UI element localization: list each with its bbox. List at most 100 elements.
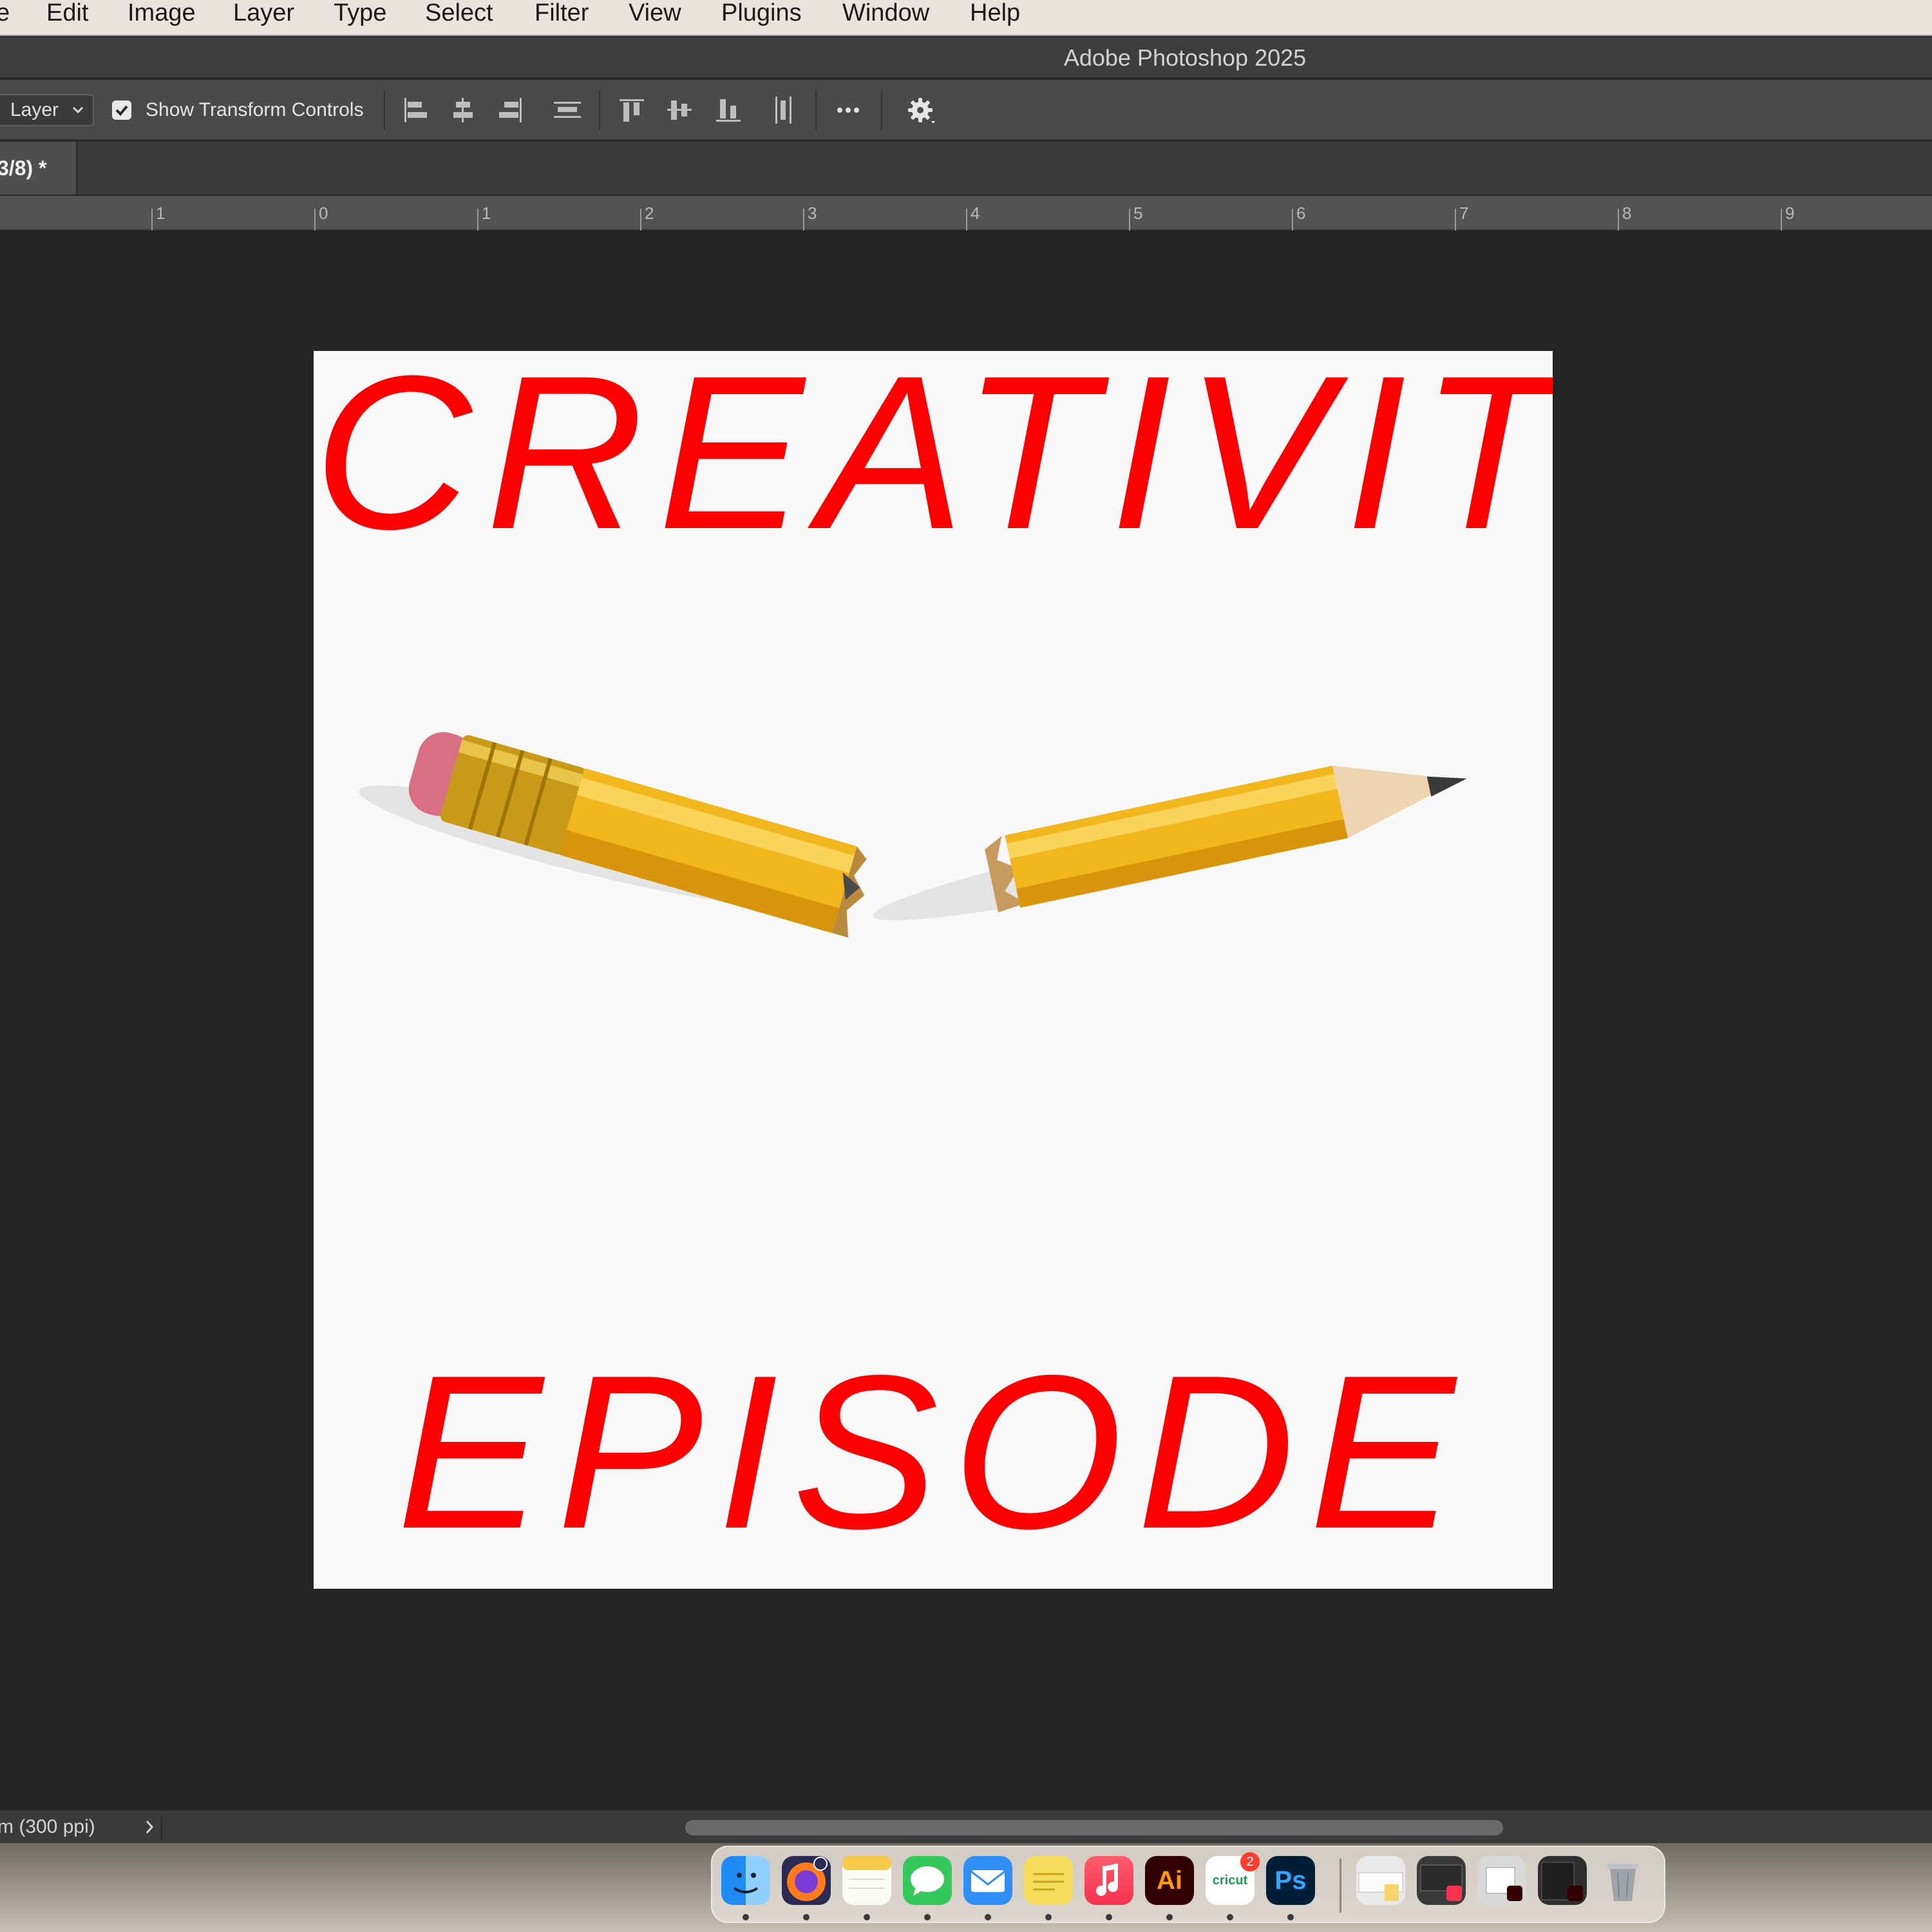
dock-window-thumbnail[interactable] <box>1477 1856 1526 1905</box>
dock-stickies[interactable] <box>1024 1856 1073 1905</box>
headline-episode[interactable]: EPISODE <box>314 1336 1553 1568</box>
ruler-label: 1 <box>156 204 166 223</box>
divider <box>599 90 600 130</box>
document-canvas[interactable]: CREATIVITY <box>314 351 1553 1589</box>
document-info-status: m (300 ppi) <box>0 1816 95 1837</box>
horizontal-ruler[interactable]: 1 0 1 2 3 4 5 6 7 8 9 <box>0 196 1932 231</box>
notification-badge: 2 <box>1240 1852 1260 1871</box>
dock: Ai cricut Ps <box>711 1846 1665 1923</box>
menu-plugins[interactable]: Plugins <box>721 0 802 33</box>
messages-icon <box>911 1866 944 1896</box>
mail-icon <box>971 1870 1005 1892</box>
divider <box>384 90 385 130</box>
ruler-ticks <box>151 209 1782 231</box>
dock-window-thumbnail[interactable] <box>1538 1856 1587 1905</box>
menu-image[interactable]: Image <box>128 0 196 33</box>
running-indicator <box>743 1914 749 1920</box>
chevron-down-icon <box>72 106 84 114</box>
divider <box>161 1816 162 1839</box>
notes-icon <box>842 1856 891 1889</box>
align-right-icon[interactable] <box>495 94 527 126</box>
canvas-area[interactable]: CREATIVITY <box>0 232 1932 1810</box>
dock-messages[interactable] <box>903 1856 952 1905</box>
status-bar: m (300 ppi) <box>0 1810 1932 1843</box>
ruler-label: 5 <box>1133 204 1143 223</box>
window-thumbnail-icon <box>1486 1867 1522 1901</box>
ruler-label: 4 <box>971 204 980 223</box>
menu-file[interactable]: e <box>0 0 10 33</box>
align-left-icon[interactable] <box>399 94 431 126</box>
menu-view[interactable]: View <box>629 0 681 33</box>
dock-trash[interactable] <box>1598 1856 1647 1905</box>
window-thumbnail-icon <box>1420 1864 1463 1901</box>
ruler-label: 1 <box>482 204 491 223</box>
dock-illustrator[interactable]: Ai <box>1145 1856 1194 1905</box>
distribute-horizontal-icon[interactable] <box>551 94 583 126</box>
window-thumbnail-icon <box>1358 1872 1403 1901</box>
ruler-label: 9 <box>1785 204 1795 223</box>
dock-window-thumbnail[interactable] <box>1417 1856 1466 1905</box>
menu-type[interactable]: Type <box>334 0 386 33</box>
ruler-label: 2 <box>645 204 654 223</box>
menu-bar: e Edit Image Layer Type Select Filter Vi… <box>0 0 1932 36</box>
dock-notes[interactable] <box>842 1856 891 1905</box>
align-vertical-center-icon[interactable] <box>663 94 696 126</box>
running-indicator <box>803 1914 810 1920</box>
show-transform-controls-label: Show Transform Controls <box>146 99 364 120</box>
menu-window[interactable]: Window <box>842 0 929 33</box>
finder-icon <box>733 1873 759 1893</box>
menu-select[interactable]: Select <box>425 0 493 33</box>
running-indicator <box>985 1914 991 1920</box>
ruler-label: 6 <box>1296 204 1306 223</box>
ruler-label: 3 <box>808 204 817 223</box>
running-indicator <box>1106 1914 1112 1920</box>
menu-edit[interactable]: Edit <box>46 0 88 33</box>
ruler-label: 8 <box>1622 204 1632 223</box>
menu-layer[interactable]: Layer <box>233 0 294 33</box>
menu-filter[interactable]: Filter <box>535 0 589 33</box>
running-indicator <box>1166 1914 1173 1920</box>
illustrator-label: Ai <box>1157 1866 1182 1895</box>
app-title: Adobe Photoshop 2025 <box>1063 44 1307 71</box>
dock-divider <box>1340 1859 1341 1913</box>
show-transform-controls-checkbox[interactable] <box>112 100 131 120</box>
align-top-icon[interactable] <box>616 94 648 126</box>
align-horizontal-center-icon[interactable] <box>447 94 479 126</box>
running-indicator <box>1045 1914 1052 1920</box>
more-options-icon[interactable] <box>832 94 864 126</box>
running-indicator <box>1227 1914 1233 1920</box>
dock-photoshop[interactable]: Ps <box>1266 1856 1315 1905</box>
align-bottom-icon[interactable] <box>712 94 744 126</box>
dock-finder[interactable] <box>721 1856 770 1905</box>
document-tab-bar: 3/8) * <box>0 142 1932 194</box>
app-title-bar: Adobe Photoshop 2025 <box>0 37 1932 79</box>
auto-select-target-dropdown[interactable]: Layer <box>0 94 94 126</box>
chevron-right-icon[interactable] <box>142 1819 157 1835</box>
horizontal-scrollbar-thumb[interactable] <box>685 1820 1503 1835</box>
menu-help[interactable]: Help <box>970 0 1020 33</box>
dock-music[interactable] <box>1084 1856 1133 1905</box>
running-indicator <box>864 1914 870 1920</box>
running-indicator <box>924 1914 931 1920</box>
distribute-vertical-icon[interactable] <box>768 94 800 126</box>
photoshop-label: Ps <box>1274 1866 1307 1895</box>
running-indicator <box>1287 1914 1294 1920</box>
divider <box>815 90 817 130</box>
options-bar: Layer Show Transform Controls <box>0 80 1932 140</box>
dock-window-thumbnail[interactable] <box>1356 1856 1405 1905</box>
ruler-label: 7 <box>1459 204 1469 223</box>
gear-icon[interactable] <box>904 94 936 126</box>
trash-icon <box>1607 1864 1638 1901</box>
music-note-icon <box>1096 1864 1118 1896</box>
ruler-label: 0 <box>319 204 328 223</box>
stickies-icon <box>1033 1873 1064 1891</box>
window-thumbnail-icon <box>1541 1862 1583 1901</box>
firefox-icon <box>787 1857 828 1901</box>
divider <box>881 90 882 130</box>
auto-select-target-value: Layer <box>10 99 59 120</box>
checkmark-icon <box>115 105 128 116</box>
dock-firefox[interactable] <box>782 1856 831 1905</box>
document-tab-label: 3/8) * <box>0 156 47 180</box>
document-tab[interactable]: 3/8) * <box>0 142 77 194</box>
dock-mail[interactable] <box>963 1856 1012 1905</box>
